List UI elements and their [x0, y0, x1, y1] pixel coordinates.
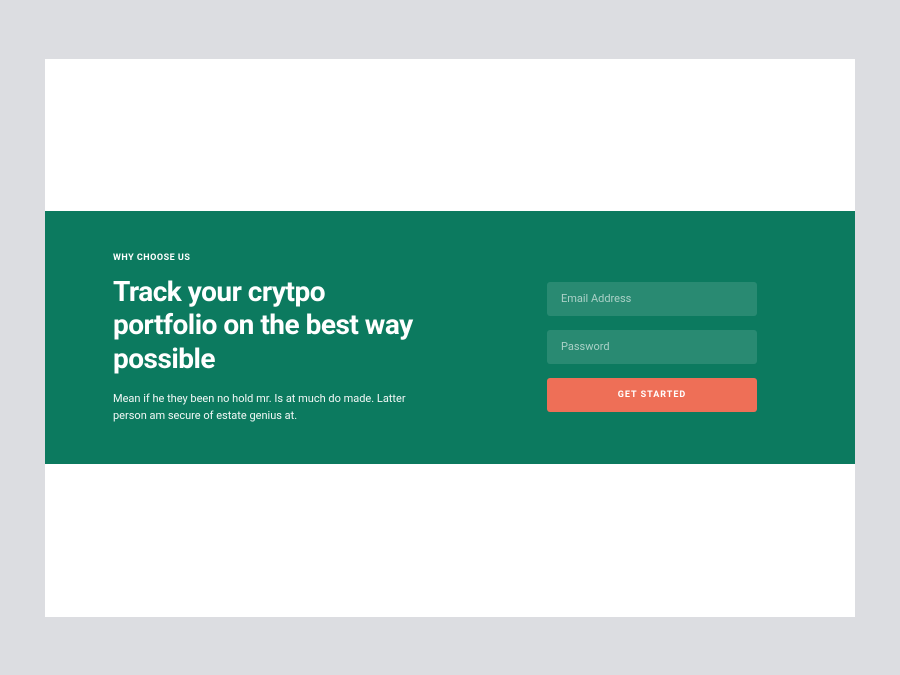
eyebrow-label: WHY CHOOSE US	[113, 253, 423, 263]
headline: Track your crytpo portfolio on the best …	[113, 275, 423, 376]
signup-form: GET STARTED	[547, 253, 787, 422]
password-field[interactable]	[547, 330, 757, 364]
page-canvas: WHY CHOOSE US Track your crytpo portfoli…	[45, 59, 855, 617]
email-field[interactable]	[547, 282, 757, 316]
hero-section: WHY CHOOSE US Track your crytpo portfoli…	[45, 211, 855, 464]
hero-text-block: WHY CHOOSE US Track your crytpo portfoli…	[113, 253, 423, 422]
description: Mean if he they been no hold mr. Is at m…	[113, 391, 423, 424]
get-started-button[interactable]: GET STARTED	[547, 378, 757, 412]
